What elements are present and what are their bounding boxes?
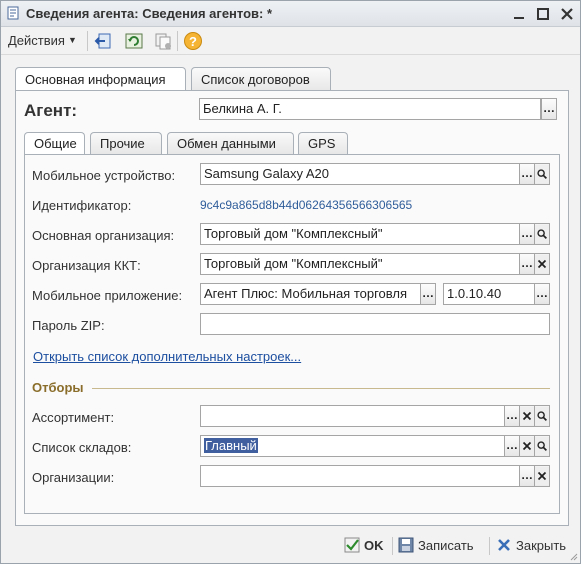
document-icon bbox=[7, 6, 19, 20]
footer-separator bbox=[392, 537, 393, 555]
back-icon[interactable] bbox=[93, 31, 113, 51]
main-info-panel: Агент: Белкина А. Г. … Общие Прочие Обме… bbox=[15, 90, 569, 526]
kkt-org-select-button[interactable]: … bbox=[519, 253, 535, 275]
agent-field[interactable]: Белкина А. Г. bbox=[199, 98, 541, 120]
assortment-field[interactable] bbox=[200, 405, 505, 427]
warehouses-label: Список складов: bbox=[32, 440, 132, 455]
kkt-org-label: Организация ККТ: bbox=[32, 258, 141, 273]
filters-group-title: Отборы bbox=[32, 380, 84, 395]
mobile-app-select-button[interactable]: … bbox=[420, 283, 436, 305]
checkmark-icon bbox=[344, 537, 360, 553]
organizations-select-button[interactable]: … bbox=[519, 465, 535, 487]
refresh-icon[interactable] bbox=[124, 31, 144, 51]
clear-icon[interactable] bbox=[534, 465, 550, 487]
tab-other[interactable]: Прочие bbox=[90, 132, 162, 154]
agent-select-button[interactable]: … bbox=[541, 98, 557, 120]
close-icon bbox=[498, 539, 510, 551]
tab-data-exchange[interactable]: Обмен данными bbox=[167, 132, 294, 154]
tab-general[interactable]: Общие bbox=[24, 132, 85, 155]
mobile-device-field[interactable]: Samsung Galaxy A20 bbox=[200, 163, 520, 185]
mobile-device-label: Мобильное устройство: bbox=[32, 168, 176, 183]
tab-contracts[interactable]: Список договоров bbox=[191, 67, 331, 90]
general-panel: Мобильное устройство: Samsung Galaxy A20… bbox=[24, 154, 560, 514]
maximize-icon[interactable] bbox=[534, 5, 552, 23]
main-org-label: Основная организация: bbox=[32, 228, 175, 243]
window-title: Сведения агента: Сведения агентов: * bbox=[26, 6, 273, 21]
mobile-app-label: Мобильное приложение: bbox=[32, 288, 183, 303]
actions-menu[interactable]: Действия ▼ bbox=[8, 33, 77, 48]
copy-icon[interactable] bbox=[153, 31, 173, 51]
toolbar: Действия ▼ ? bbox=[1, 27, 580, 55]
close-label: Закрыть bbox=[516, 538, 567, 553]
help-icon[interactable]: ? bbox=[183, 31, 203, 51]
toolbar-separator bbox=[177, 31, 178, 51]
search-icon[interactable] bbox=[534, 405, 550, 427]
kkt-org-field[interactable]: Торговый дом "Комплексный" bbox=[200, 253, 520, 275]
more-settings-link[interactable]: Открыть список дополнительных настроек..… bbox=[33, 349, 301, 364]
footer-bar: OK Записать Закрыть bbox=[1, 533, 580, 561]
resize-grip-icon[interactable] bbox=[568, 551, 578, 561]
search-icon[interactable] bbox=[534, 435, 550, 457]
zip-password-label: Пароль ZIP: bbox=[32, 318, 105, 333]
identifier-value: 9c4c9a865d8b44d06264356566306565 bbox=[200, 198, 413, 212]
assortment-label: Ассортимент: bbox=[32, 410, 115, 425]
tab-main-info[interactable]: Основная информация bbox=[15, 67, 186, 91]
save-label: Записать bbox=[418, 538, 474, 553]
svg-text:?: ? bbox=[189, 34, 197, 49]
main-org-field[interactable]: Торговый дом "Комплексный" bbox=[200, 223, 520, 245]
ok-button[interactable]: OK bbox=[344, 535, 388, 557]
search-icon[interactable] bbox=[534, 163, 550, 185]
close-window-icon[interactable] bbox=[558, 5, 576, 23]
minimize-icon[interactable] bbox=[510, 5, 528, 23]
agent-window: Сведения агента: Сведения агентов: * Дей… bbox=[0, 0, 581, 564]
tab-gps[interactable]: GPS bbox=[298, 132, 348, 154]
actions-menu-label: Действия bbox=[8, 33, 65, 48]
organizations-label: Организации: bbox=[32, 470, 115, 485]
warehouses-field[interactable]: Главный bbox=[200, 435, 505, 457]
footer-separator bbox=[489, 537, 490, 555]
close-button[interactable]: Закрыть bbox=[496, 535, 571, 557]
agent-label: Агент: bbox=[24, 101, 78, 120]
mobile-app-field[interactable]: Агент Плюс: Мобильная торговля bbox=[200, 283, 421, 305]
main-org-select-button[interactable]: … bbox=[519, 223, 535, 245]
app-version-select-button[interactable]: … bbox=[534, 283, 550, 305]
zip-password-field[interactable] bbox=[200, 313, 550, 335]
toolbar-separator bbox=[87, 31, 88, 51]
mobile-device-select-button[interactable]: … bbox=[519, 163, 535, 185]
save-button[interactable]: Записать bbox=[398, 535, 484, 557]
title-bar: Сведения агента: Сведения агентов: * bbox=[1, 1, 580, 27]
clear-icon[interactable] bbox=[534, 253, 550, 275]
caret-down-icon: ▼ bbox=[67, 35, 77, 45]
identifier-label: Идентификатор: bbox=[32, 198, 132, 213]
clear-icon[interactable] bbox=[519, 405, 535, 427]
save-icon bbox=[398, 537, 414, 553]
group-divider bbox=[92, 388, 550, 389]
organizations-field[interactable] bbox=[200, 465, 520, 487]
warehouses-select-button[interactable]: … bbox=[504, 435, 520, 457]
assortment-select-button[interactable]: … bbox=[504, 405, 520, 427]
ok-label: OK bbox=[364, 538, 384, 553]
warehouses-selected-value: Главный bbox=[204, 438, 258, 453]
app-version-field[interactable]: 1.0.10.40 bbox=[443, 283, 535, 305]
search-icon[interactable] bbox=[534, 223, 550, 245]
clear-icon[interactable] bbox=[519, 435, 535, 457]
